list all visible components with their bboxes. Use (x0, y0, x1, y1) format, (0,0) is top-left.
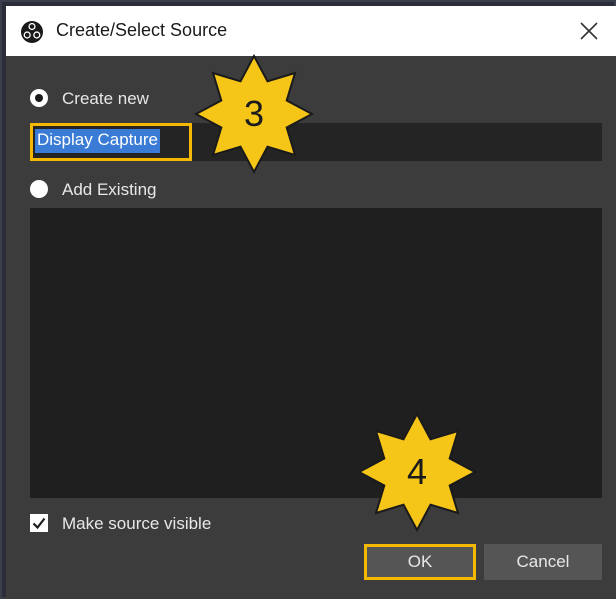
create-new-radio[interactable] (30, 89, 48, 107)
step-3-number: 3 (243, 93, 265, 134)
step-4-badge: 4 (355, 410, 479, 534)
title-bar: Create/Select Source (6, 6, 616, 56)
window-title: Create/Select Source (56, 20, 228, 40)
step-3-badge: 3 (192, 52, 316, 176)
ok-button[interactable]: OK (364, 544, 476, 580)
make-visible-label: Make source visible (62, 514, 212, 533)
add-existing-radio[interactable] (30, 180, 48, 198)
create-new-label: Create new (62, 89, 149, 108)
obs-logo-icon (21, 21, 43, 43)
add-existing-label: Add Existing (62, 180, 157, 199)
existing-sources-list[interactable] (30, 208, 602, 498)
close-icon[interactable] (576, 18, 602, 44)
checkmark-icon (32, 517, 46, 530)
make-visible-checkbox[interactable] (30, 514, 48, 532)
step-4-number: 4 (406, 451, 428, 492)
cancel-button[interactable]: Cancel (484, 544, 602, 580)
name-field-highlight (30, 123, 192, 161)
